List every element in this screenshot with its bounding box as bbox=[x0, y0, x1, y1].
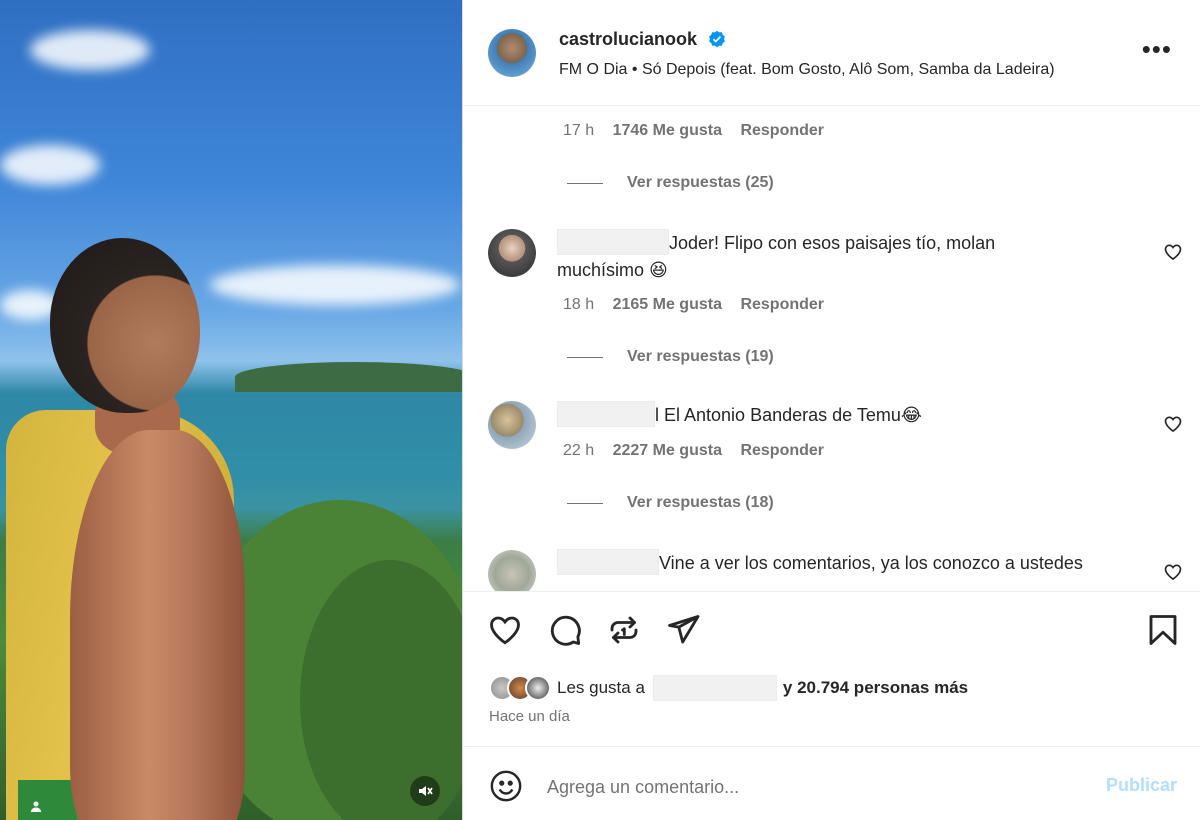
reply-button[interactable]: Responder bbox=[740, 442, 824, 459]
replies-divider bbox=[567, 356, 603, 358]
publish-button[interactable]: Publicar bbox=[1106, 775, 1177, 796]
comment-time: 22 h bbox=[563, 442, 595, 459]
comment-likes[interactable]: 1746 Me gusta bbox=[613, 122, 722, 139]
post-actions: Les gusta a y 20.794 personas más Hace u… bbox=[463, 591, 1200, 771]
comment-body: Joder! Flipo con esos paisajes tío, mola… bbox=[557, 229, 1067, 284]
commenter-avatar[interactable] bbox=[488, 401, 536, 449]
cloud bbox=[30, 30, 150, 70]
likes-summary[interactable]: Les gusta a y 20.794 personas más bbox=[489, 672, 968, 704]
comment-time: 18 h bbox=[563, 296, 595, 313]
redacted-username[interactable] bbox=[557, 401, 655, 427]
comment-icon[interactable] bbox=[547, 612, 583, 648]
cloud bbox=[0, 145, 100, 185]
more-options-icon[interactable]: ••• bbox=[1142, 36, 1172, 62]
redacted-username[interactable] bbox=[557, 549, 659, 575]
comment-text: Vine a ver los comentarios, ya los conoz… bbox=[659, 553, 1083, 573]
tagged-user-icon[interactable] bbox=[30, 800, 42, 816]
reply-button[interactable]: Responder bbox=[740, 296, 824, 313]
commenter-avatar[interactable] bbox=[488, 229, 536, 277]
comment-input[interactable] bbox=[547, 772, 1067, 802]
emoji-icon[interactable] bbox=[489, 769, 523, 803]
view-replies-button[interactable]: Ver respuestas (19) bbox=[567, 348, 774, 366]
comments-list[interactable]: 17 h 1746 Me gusta Responder Ver respues… bbox=[463, 107, 1200, 591]
comment-likes[interactable]: 2165 Me gusta bbox=[613, 296, 722, 313]
comment-likes[interactable]: 2227 Me gusta bbox=[613, 442, 722, 459]
username-text[interactable]: castrolucianook bbox=[559, 29, 697, 49]
view-replies-label[interactable]: Ver respuestas (25) bbox=[627, 174, 774, 192]
post-media[interactable] bbox=[0, 0, 462, 820]
reply-button[interactable]: Responder bbox=[740, 122, 824, 139]
verified-badge-icon bbox=[708, 30, 726, 48]
replies-divider bbox=[567, 182, 603, 184]
mute-icon[interactable] bbox=[410, 776, 440, 806]
bookmark-icon[interactable] bbox=[1145, 612, 1181, 648]
like-comment-heart-icon[interactable] bbox=[1163, 242, 1183, 262]
comment-meta: 17 h 1746 Me gusta Responder bbox=[563, 122, 838, 140]
redacted-liker[interactable] bbox=[652, 675, 777, 701]
post-header: castrolucianook FM O Dia • Só Depois (fe… bbox=[463, 0, 1200, 106]
comment-text: l El Antonio Banderas de Temu😂 bbox=[655, 405, 922, 425]
likes-prefix: Les gusta a bbox=[557, 678, 645, 697]
like-comment-heart-icon[interactable] bbox=[1163, 414, 1183, 434]
comment-body: l El Antonio Banderas de Temu😂 bbox=[557, 401, 1067, 429]
repost-icon[interactable] bbox=[606, 612, 642, 648]
post-side-panel: castrolucianook FM O Dia • Só Depois (fe… bbox=[462, 0, 1200, 820]
commenter-avatar[interactable] bbox=[488, 550, 536, 591]
audio-track[interactable]: FM O Dia • Só Depois (feat. Bom Gosto, A… bbox=[559, 61, 1055, 79]
view-replies-label[interactable]: Ver respuestas (18) bbox=[627, 494, 774, 512]
person-arm bbox=[70, 430, 245, 820]
comment-composer: Publicar bbox=[463, 746, 1200, 820]
redacted-username[interactable] bbox=[557, 229, 669, 255]
like-comment-heart-icon[interactable] bbox=[1163, 562, 1183, 582]
cloud bbox=[210, 265, 460, 305]
likes-count[interactable]: y 20.794 personas más bbox=[783, 678, 968, 698]
author-avatar[interactable] bbox=[488, 29, 536, 77]
view-replies-button[interactable]: Ver respuestas (18) bbox=[567, 494, 774, 512]
heart-icon[interactable] bbox=[487, 612, 523, 648]
comment-time: 17 h bbox=[563, 122, 595, 139]
comment-meta: 18 h 2165 Me gusta Responder bbox=[563, 296, 838, 314]
post-timestamp[interactable]: Hace un día bbox=[489, 708, 570, 725]
replies-divider bbox=[567, 502, 603, 504]
person-head bbox=[50, 238, 200, 413]
view-replies-label[interactable]: Ver respuestas (19) bbox=[627, 348, 774, 366]
liker-avatar bbox=[525, 675, 551, 701]
comment-body: Vine a ver los comentarios, ya los conoz… bbox=[557, 549, 1117, 577]
author-username[interactable]: castrolucianook bbox=[559, 29, 726, 50]
comment-meta: 22 h 2227 Me gusta Responder bbox=[563, 442, 838, 460]
share-icon[interactable] bbox=[665, 612, 701, 648]
island bbox=[235, 362, 462, 392]
view-replies-button[interactable]: Ver respuestas (25) bbox=[567, 174, 774, 192]
